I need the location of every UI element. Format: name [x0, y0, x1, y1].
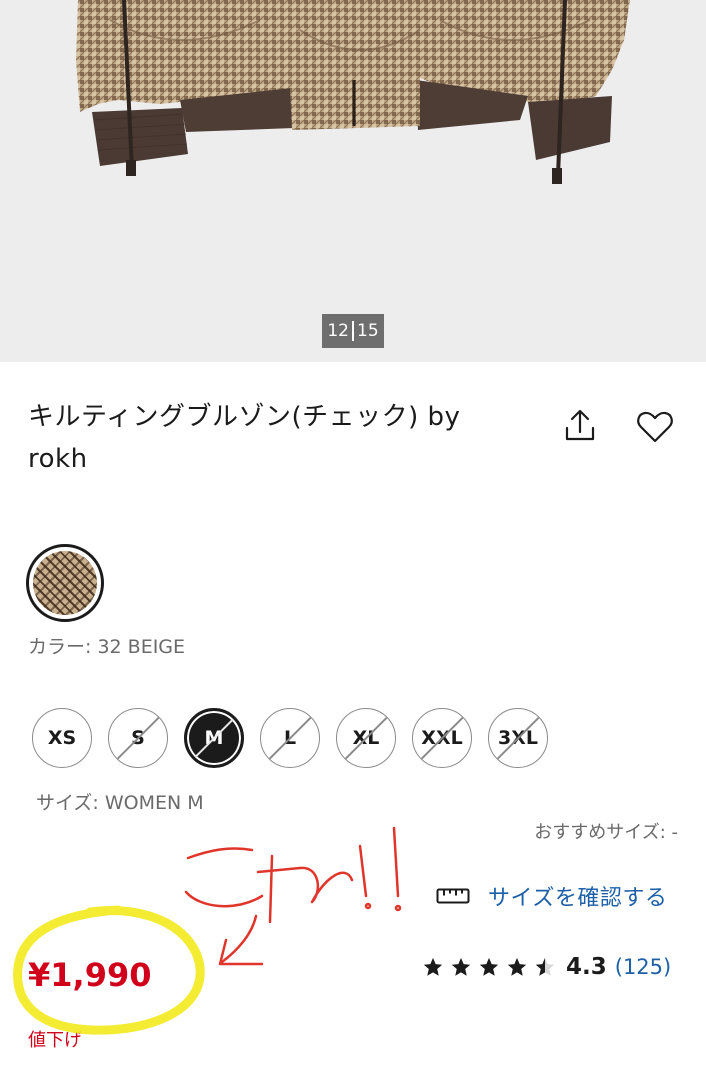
- rating-value: 4.3: [566, 954, 607, 980]
- rating-count: (125): [614, 955, 672, 979]
- price-reduced-badge: 値下げ: [28, 1030, 82, 1051]
- size-option-xl[interactable]: XL: [336, 708, 396, 768]
- swatch-pattern: [33, 551, 97, 615]
- share-button[interactable]: [560, 406, 600, 446]
- star-half-icon: [535, 957, 555, 976]
- size-option-3xl[interactable]: 3XL: [488, 708, 548, 768]
- rating-stars: [422, 956, 556, 978]
- image-counter: 12 15: [322, 314, 384, 348]
- recommended-size: おすすめサイズ: -: [534, 822, 678, 843]
- favorite-button[interactable]: [634, 406, 676, 448]
- star-icon: [479, 957, 499, 976]
- heart-icon: [637, 411, 673, 443]
- size-option-label: XS: [47, 727, 77, 749]
- handwritten-text: [184, 826, 402, 924]
- size-check-link[interactable]: サイズを確認する: [436, 880, 667, 912]
- color-label: カラー: 32 BEIGE: [28, 636, 186, 658]
- star-icon: [507, 957, 527, 976]
- product-image-gallery[interactable]: 12 15: [0, 0, 706, 362]
- size-option-xs[interactable]: XS: [32, 708, 92, 768]
- size-option-label: 3XL: [498, 727, 538, 749]
- product-price: ¥1,990: [28, 956, 152, 994]
- counter-divider: [352, 321, 354, 341]
- size-label: サイズ: WOMEN M: [36, 792, 204, 814]
- size-option-s[interactable]: S: [108, 708, 168, 768]
- color-swatch-beige[interactable]: [26, 544, 104, 622]
- size-option-label: L: [283, 727, 297, 749]
- star-icon: [423, 957, 443, 976]
- star-icon: [451, 957, 471, 976]
- product-photo: [76, 0, 630, 184]
- size-option-label: XL: [352, 727, 380, 749]
- size-option-xxl[interactable]: XXL: [412, 708, 472, 768]
- size-option-l[interactable]: L: [260, 708, 320, 768]
- product-rating[interactable]: 4.3 (125): [422, 954, 671, 980]
- size-option-m[interactable]: M: [184, 708, 244, 768]
- image-counter-current: 12: [327, 321, 349, 341]
- size-option-label: S: [131, 727, 145, 749]
- ruler-icon: [436, 888, 470, 904]
- size-option-label: M: [204, 727, 224, 749]
- size-check-label: サイズを確認する: [488, 886, 668, 911]
- product-title: キルティングブルゾン(チェック) by rokh: [28, 402, 461, 474]
- size-option-label: XXL: [421, 727, 463, 749]
- size-selector: XS S M L XL XXL 3XL: [32, 708, 548, 768]
- image-counter-total: 15: [357, 321, 379, 341]
- share-icon: [565, 409, 595, 441]
- arrow-icon: [218, 914, 264, 966]
